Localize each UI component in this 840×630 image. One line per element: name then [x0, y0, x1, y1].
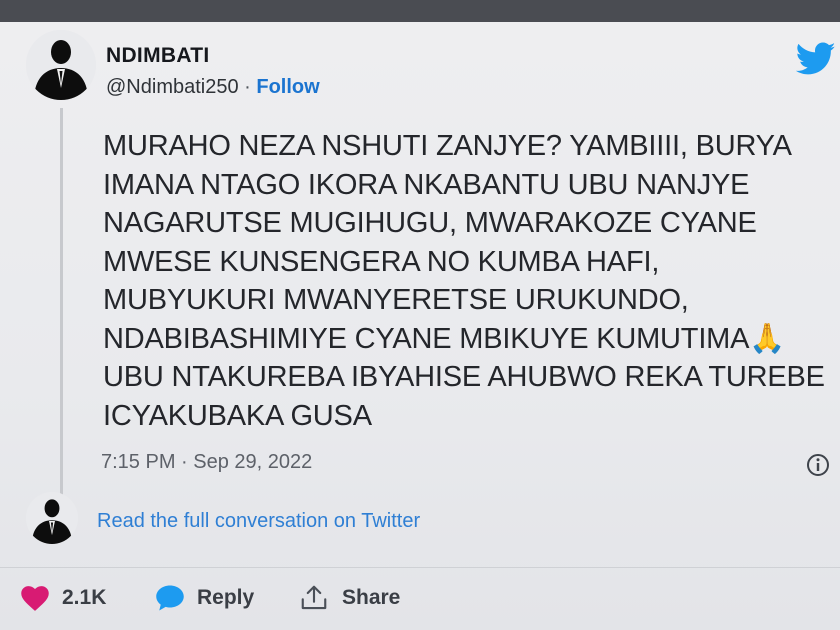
info-icon[interactable]: [806, 453, 830, 477]
read-conversation-link[interactable]: Read the full conversation on Twitter: [97, 510, 420, 533]
author-handle[interactable]: @Ndimbati250: [106, 76, 239, 98]
share-arrow-icon: [301, 585, 327, 610]
like-button[interactable]: 2.1K: [20, 582, 106, 614]
author-handle-row: @Ndimbati250 · Follow: [106, 76, 320, 99]
tweet-embed: NDIMBATI @Ndimbati250 · Follow MURAHO NE…: [0, 22, 840, 630]
tweet-text: MURAHO NEZA NSHUTI ZANJYE? YAMBIIII, BUR…: [103, 127, 825, 435]
author-display-name[interactable]: NDIMBATI: [106, 44, 210, 68]
person-silhouette-icon: [26, 492, 78, 544]
like-count: 2.1K: [62, 586, 107, 609]
tweet-text-line: UBU NTAKUREBA IBYAHISE AHUBWO REKA TUREB…: [103, 361, 825, 393]
tweet-text-line: MWESE KUNSENGERA NO KUMBA HAFI,: [103, 245, 660, 278]
tweet-text-line: NAGARUTSE MUGIHUGU, MWARAKOZE CYANE: [103, 207, 757, 239]
twitter-bird-icon[interactable]: [796, 42, 836, 76]
reply-button[interactable]: Reply: [155, 582, 254, 614]
person-silhouette-icon: [26, 30, 96, 100]
screen-bezel: [0, 0, 840, 22]
thread-line: [60, 108, 63, 498]
speech-bubble-icon: [156, 585, 184, 611]
reply-label: Reply: [197, 586, 255, 609]
author-avatar[interactable]: [26, 30, 96, 100]
share-label: Share: [342, 586, 401, 609]
divider: [0, 567, 840, 568]
tweet-text-line: NDABIBASHIMIYE CYANE MBIKUYE KUMUTIMA🙏: [103, 322, 786, 355]
heart-icon: [21, 586, 49, 611]
tweet-text-line: MURAHO NEZA NSHUTI ZANJYE? YAMBIIII, BUR…: [103, 130, 792, 162]
tweet-text-line: MUBYUKURI MWANYERETSE URUKUNDO,: [103, 284, 689, 316]
tweet-text-line: ICYAKUBAKA GUSA: [103, 399, 372, 432]
reader-avatar: [26, 492, 78, 544]
tweet-text-line: IMANA NTAGO IKORA NKABANTU UBU NANJYE: [103, 168, 750, 201]
share-button[interactable]: Share: [298, 582, 400, 614]
tweet-timestamp[interactable]: 7:15 PM · Sep 29, 2022: [101, 451, 312, 474]
separator-dot: ·: [238, 76, 257, 98]
follow-button[interactable]: Follow: [256, 76, 319, 98]
